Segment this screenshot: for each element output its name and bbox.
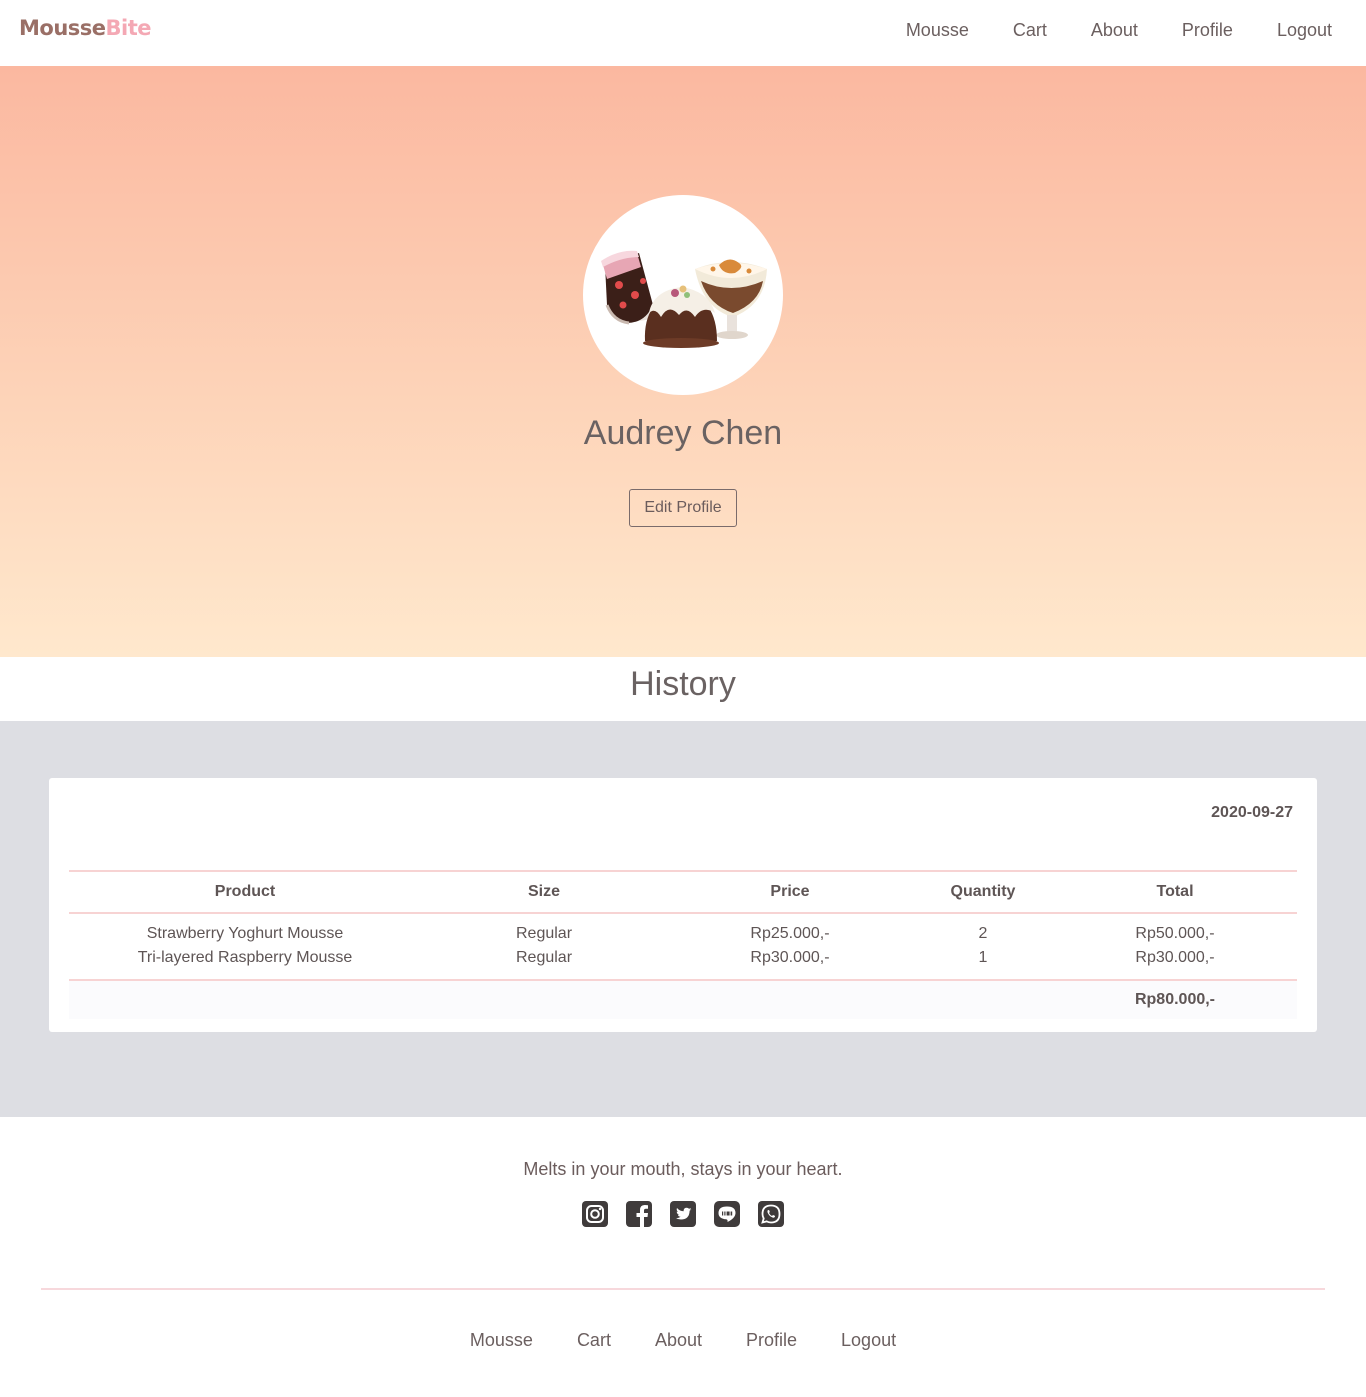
edit-profile-button[interactable]: Edit Profile [629,489,737,527]
table-row: Strawberry Yoghurt Mousse Regular Rp25.0… [69,922,1297,946]
cell-total: Rp30.000,- [1135,949,1215,966]
column-header-total: Total [1156,883,1194,900]
footer-mousse-link[interactable]: Mousse [470,1330,533,1351]
nav-about-link[interactable]: About [1091,20,1138,41]
nav-profile-link[interactable]: Profile [1182,20,1233,41]
cell-product: Strawberry Yoghurt Mousse [146,925,344,942]
table-row: Tri-layered Raspberry Mousse Regular Rp3… [69,946,1297,970]
column-header-quantity: Quantity [950,883,1016,900]
footer-divider [41,1288,1325,1290]
column-header-price: Price [770,883,810,900]
brand-logo-part1: Mousse [19,16,106,40]
table-body: Strawberry Yoghurt Mousse Regular Rp25.0… [69,914,1297,979]
instagram-icon[interactable] [581,1200,609,1228]
top-nav: Mousse Cart About Profile Logout [906,20,1332,41]
avatar [583,195,783,395]
cell-quantity: 2 [978,925,988,942]
grand-total-row: Rp80.000,- [69,981,1297,1019]
cell-price: Rp30.000,- [750,949,830,966]
cell-quantity: 1 [978,949,988,966]
facebook-icon[interactable] [625,1200,653,1228]
brand-logo-part2: Bite [105,16,152,40]
brand-logo[interactable]: MousseBite [19,16,152,40]
cell-product: Tri-layered Raspberry Mousse [137,949,353,966]
history-section: 2020-09-27 Product Size Price Quantity T… [0,721,1366,1117]
table-header-row: Product Size Price Quantity Total [69,872,1297,912]
profile-hero: Audrey Chen Edit Profile [0,66,1366,657]
grand-total: Rp80.000,- [1134,991,1216,1008]
column-header-product: Product [214,883,276,900]
whatsapp-icon[interactable] [757,1200,785,1228]
footer-nav: Mousse Cart About Profile Logout [0,1330,1366,1351]
navbar: MousseBite Mousse Cart About Profile Log… [0,0,1366,66]
footer-cart-link[interactable]: Cart [577,1330,611,1351]
nav-logout-link[interactable]: Logout [1277,20,1332,41]
order-card: 2020-09-27 Product Size Price Quantity T… [49,778,1317,1032]
twitter-icon[interactable] [669,1200,697,1228]
cell-size: Regular [515,925,573,942]
footer-tagline: Melts in your mouth, stays in your heart… [523,1159,843,1179]
history-title: History [630,665,736,703]
cell-price: Rp25.000,- [750,925,830,942]
order-date: 2020-09-27 [1211,804,1293,821]
footer-about-link[interactable]: About [655,1330,702,1351]
social-links [581,1200,785,1228]
column-header-size: Size [527,883,560,900]
order-table: Product Size Price Quantity Total Strawb… [69,870,1297,1019]
line-icon[interactable] [713,1200,741,1228]
footer-logout-link[interactable]: Logout [841,1330,896,1351]
cell-total: Rp50.000,- [1135,925,1215,942]
cell-size: Regular [515,949,573,966]
user-name: Audrey Chen [583,414,783,452]
footer-profile-link[interactable]: Profile [746,1330,797,1351]
nav-mousse-link[interactable]: Mousse [906,20,969,41]
mousse-desserts-image [601,250,767,348]
nav-cart-link[interactable]: Cart [1013,20,1047,41]
